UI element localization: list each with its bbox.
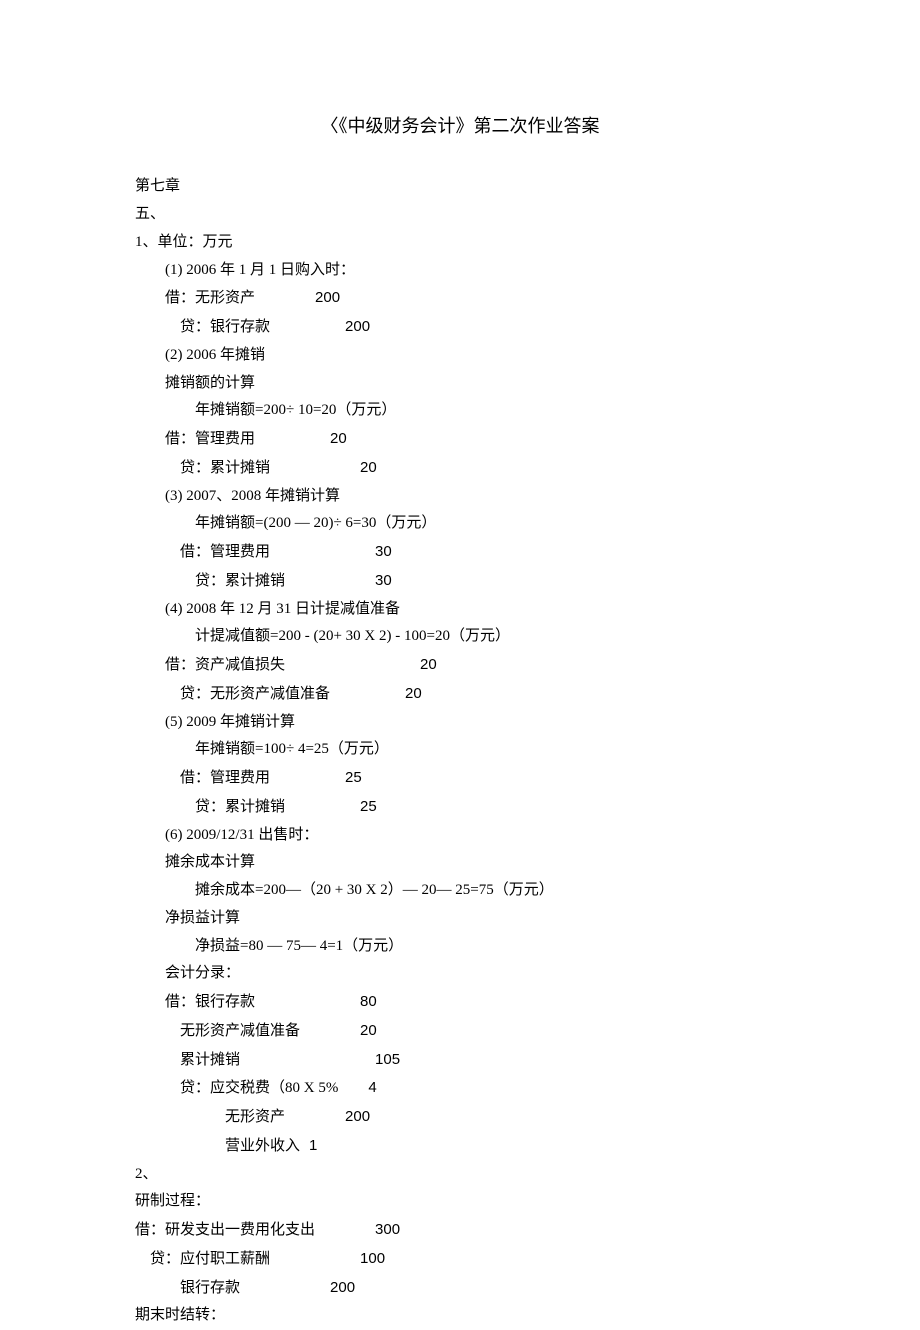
entry-line: 贷：累计摊销 25: [135, 793, 785, 822]
entry-account: 借：管理费用: [180, 770, 270, 786]
entry-amount: 20: [330, 430, 347, 447]
entry-line: 借：管理费用 25: [135, 764, 785, 793]
q1-s4-heading: (4) 2008 年 12 月 31 日计提减值准备: [135, 596, 785, 624]
entry-account: 无形资产: [225, 1109, 285, 1125]
entry-account: 借：研发支出一费用化支出: [135, 1222, 315, 1238]
entry-account: 贷：银行存款: [180, 319, 270, 335]
entry-amount: 200: [330, 1279, 355, 1296]
entry-line: 累计摊销 105: [135, 1046, 785, 1075]
question-2-header: 2、: [135, 1161, 785, 1189]
entry-line: 贷：累计摊销 30: [135, 567, 785, 596]
calc-text: 摊余成本=200—（20 + 30 X 2）— 20— 25=75（万元）: [135, 877, 785, 905]
entry-amount: 300: [375, 1221, 400, 1238]
q1-s2-heading: (2) 2006 年摊销: [135, 342, 785, 370]
calc-label: 摊销额的计算: [135, 370, 785, 398]
entry-account: 借：银行存款: [165, 994, 255, 1010]
entry-account: 营业外收入: [225, 1138, 300, 1154]
entry-amount: 30: [375, 543, 392, 560]
entry-amount: 4: [368, 1079, 376, 1096]
entry-line: 借：无形资产 200: [135, 284, 785, 313]
entry-amount: 20: [420, 656, 437, 673]
q1-s1-heading: (1) 2006 年 1 月 1 日购入时：: [135, 257, 785, 285]
section-heading: 五、: [135, 201, 785, 229]
entry-line: 无形资产减值准备 20: [135, 1017, 785, 1046]
page-title: 〈《中级财务会计》第二次作业答案: [135, 110, 785, 143]
entry-line: 贷：应交税费（80 X 5% 4: [135, 1074, 785, 1103]
calc-label: 净损益计算: [135, 905, 785, 933]
entry-line: 借：银行存款 80: [135, 988, 785, 1017]
entry-line: 银行存款 200: [135, 1274, 785, 1303]
q1-s3-heading: (3) 2007、2008 年摊销计算: [135, 483, 785, 511]
entry-line: 借：管理费用 30: [135, 538, 785, 567]
entry-account: 贷：累计摊销: [195, 573, 285, 589]
calc-text: 年摊销额=100÷ 4=25（万元）: [135, 736, 785, 764]
entry-amount: 20: [360, 1022, 377, 1039]
q1-s6-heading: (6) 2009/12/31 出售时：: [135, 822, 785, 850]
q1-s5-heading: (5) 2009 年摊销计算: [135, 709, 785, 737]
entry-amount: 105: [375, 1051, 400, 1068]
entry-line: 贷：银行存款 200: [135, 313, 785, 342]
entry-line: 贷：应付职工薪酬 100: [135, 1245, 785, 1274]
entry-account: 借：管理费用: [165, 431, 255, 447]
entries-label: 会计分录：: [135, 960, 785, 988]
calc-text: 年摊销额=200÷ 10=20（万元）: [135, 397, 785, 425]
q2-close-label: 期末时结转：: [135, 1302, 785, 1330]
entry-amount: 20: [360, 459, 377, 476]
entry-account: 银行存款: [180, 1280, 240, 1296]
entry-line: 贷：无形资产减值准备 20: [135, 680, 785, 709]
q2-process-label: 研制过程：: [135, 1188, 785, 1216]
entry-account: 贷：应交税费（80 X 5%: [180, 1080, 338, 1096]
entry-account: 贷：无形资产减值准备: [180, 686, 330, 702]
chapter-heading: 第七章: [135, 173, 785, 201]
entry-amount: 100: [360, 1250, 385, 1267]
entry-amount: 25: [360, 798, 377, 815]
entry-line: 无形资产 200: [135, 1103, 785, 1132]
entry-amount: 30: [375, 572, 392, 589]
entry-amount: 200: [345, 1108, 370, 1125]
entry-account: 借：无形资产: [165, 290, 255, 306]
entry-account: 借：管理费用: [180, 544, 270, 560]
entry-account: 贷：应付职工薪酬: [150, 1251, 270, 1267]
entry-account: 累计摊销: [180, 1052, 240, 1068]
entry-account: 贷：累计摊销: [195, 799, 285, 815]
calc-label: 摊余成本计算: [135, 849, 785, 877]
entry-amount: 1: [309, 1137, 317, 1154]
entry-amount: 25: [345, 769, 362, 786]
entry-amount: 20: [405, 685, 422, 702]
entry-line: 营业外收入 1: [135, 1132, 785, 1161]
calc-text: 年摊销额=(200 — 20)÷ 6=30（万元）: [135, 510, 785, 538]
entry-account: 借：资产减值损失: [165, 657, 285, 673]
entry-amount: 200: [345, 318, 370, 335]
calc-text: 净损益=80 — 75— 4=1（万元）: [135, 933, 785, 961]
entry-line: 贷：累计摊销 20: [135, 454, 785, 483]
entry-account: 贷：累计摊销: [180, 460, 270, 476]
entry-account: 无形资产减值准备: [180, 1023, 300, 1039]
entry-line: 借：资产减值损失 20: [135, 651, 785, 680]
calc-text: 计提减值额=200 - (20+ 30 X 2) - 100=20（万元）: [135, 623, 785, 651]
entry-line: 借：管理费用 20: [135, 425, 785, 454]
question-1-header: 1、单位：万元: [135, 229, 785, 257]
entry-line: 借：研发支出一费用化支出 300: [135, 1216, 785, 1245]
entry-amount: 80: [360, 993, 377, 1010]
entry-amount: 200: [315, 289, 340, 306]
